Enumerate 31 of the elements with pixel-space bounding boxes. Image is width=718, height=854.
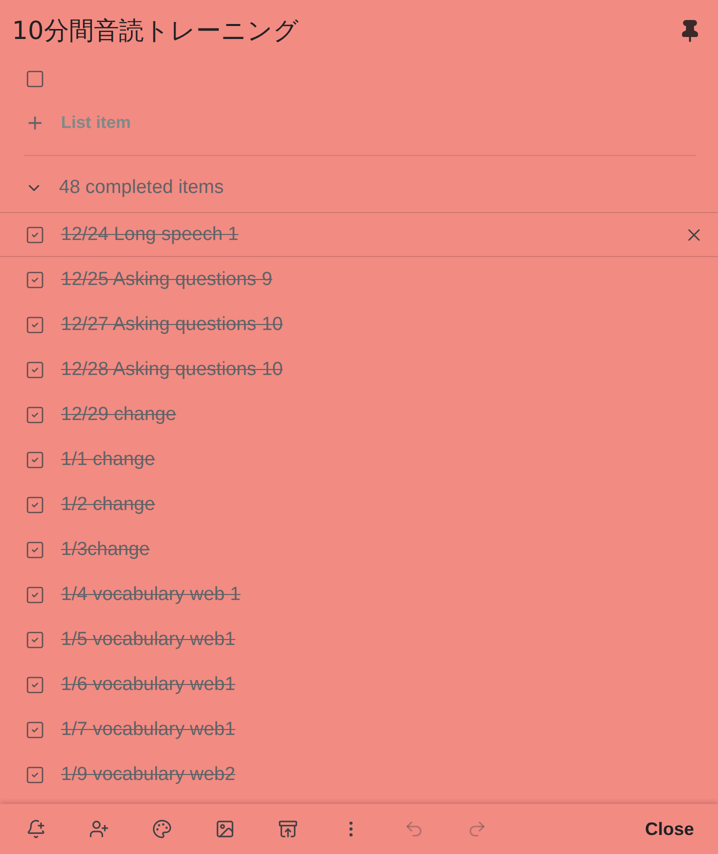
list-item-text[interactable]: 12/27 Asking questions 10 [61,314,704,336]
list-item-text[interactable]: 12/28 Asking questions 10 [61,358,704,380]
list-item-placeholder[interactable]: List item [61,113,131,133]
completed-count: 48 completed items [59,177,224,199]
checkbox[interactable] [25,540,45,560]
list-item-text[interactable]: 12/29 change [61,404,704,426]
note-title: 10分間音読トレーニング [12,15,299,47]
checkbox[interactable] [25,314,45,334]
checkbox[interactable] [25,450,45,470]
checkbox[interactable] [25,764,45,784]
list-item-text[interactable]: 1/1 change [61,448,704,470]
list-item-text[interactable]: 12/24 Long speech 1 [61,224,668,246]
close-button[interactable]: Close [632,810,706,848]
checkbox[interactable] [25,674,45,694]
list-item-text[interactable]: 12/25 Asking questions 9 [61,268,704,290]
checkbox[interactable] [25,224,45,244]
list-item-text[interactable]: 1/2 change [61,494,704,516]
checkbox[interactable] [25,630,45,650]
list-item-text[interactable]: 1/4 vocabulary web 1 [61,584,704,606]
checkbox[interactable] [25,404,45,424]
checkbox[interactable] [25,720,45,740]
checkbox[interactable] [25,69,45,89]
checkbox[interactable] [25,494,45,514]
checkbox[interactable] [25,360,45,380]
list-item-text[interactable]: 1/6 vocabulary web1 [61,674,704,696]
list-item-text[interactable]: 1/3change [61,538,704,560]
list-item-text[interactable]: 1/5 vocabulary web1 [61,628,704,650]
checkbox[interactable] [25,584,45,604]
list-item-text[interactable]: 1/7 vocabulary web1 [61,718,704,740]
list-item-text[interactable]: 1/9 vocabulary web2 [61,764,704,786]
checkbox[interactable] [25,270,45,290]
